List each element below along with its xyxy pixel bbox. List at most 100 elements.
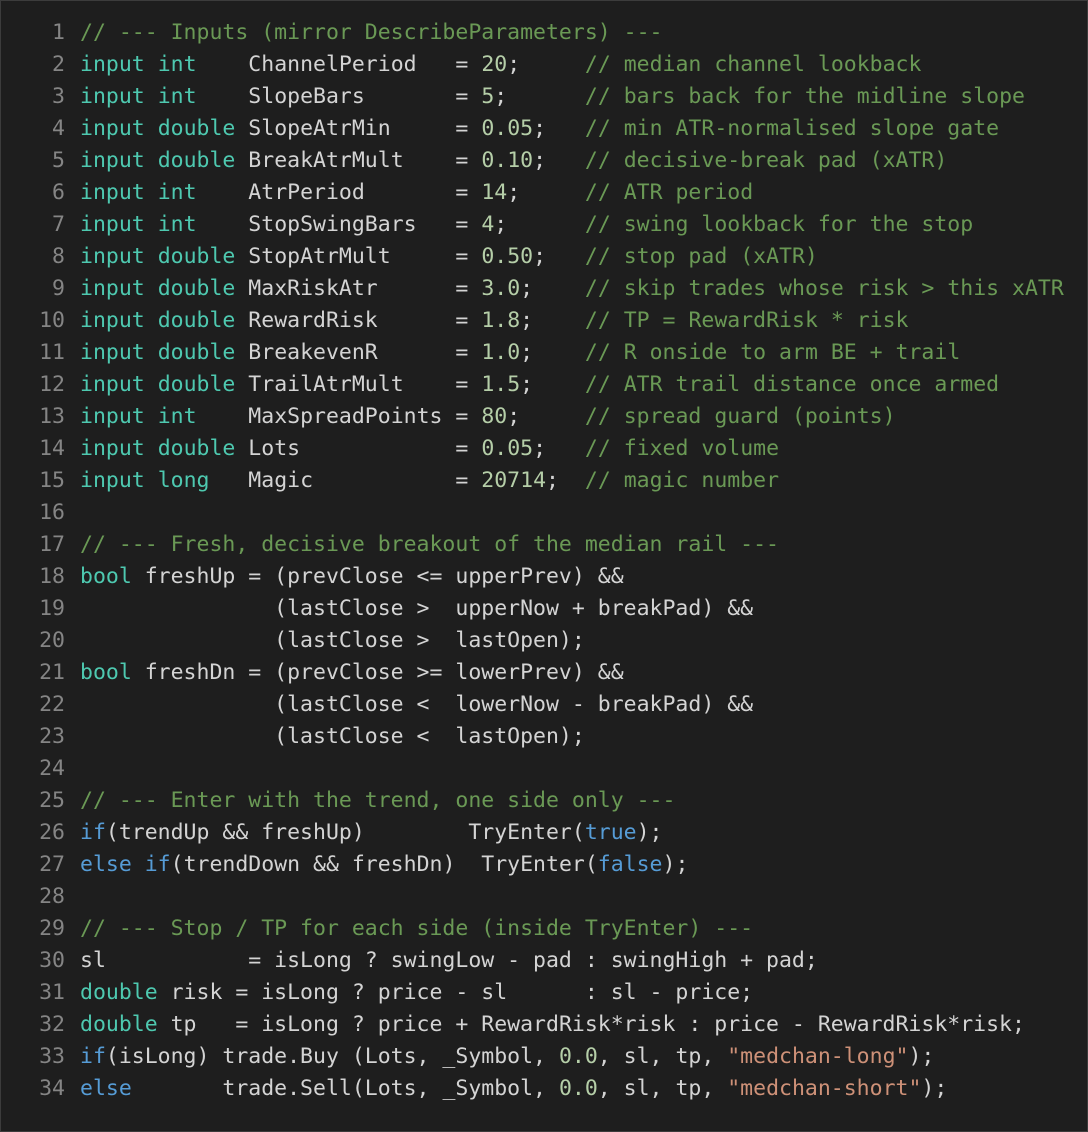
code-line[interactable]: 18 bool freshUp = (prevClose <= upperPrev… [1, 561, 1064, 593]
line-number: 14 [39, 436, 65, 461]
code-token: 14 [481, 180, 508, 205]
code-line[interactable]: 27 else if(trendDown && freshDn) TryEnter… [1, 849, 1064, 881]
code-token: input [80, 180, 145, 205]
line-content: input double BreakAtrMult = 0.10; // dec… [65, 145, 947, 177]
line-number: 23 [39, 724, 65, 749]
code-line[interactable]: 29 // --- Stop / TP for each side (inside… [1, 913, 1064, 945]
code-token: (lastClose > upperNow + breakPad) && [80, 596, 754, 621]
code-line[interactable]: 11 input double BreakevenR = 1.0; // R on… [1, 337, 1064, 369]
line-content [65, 497, 80, 529]
code-token: 0.0 [558, 1076, 598, 1101]
code-line[interactable]: 34 else trade.Sell(Lots, _Symbol, 0.0, sl… [1, 1073, 1064, 1105]
code-token: input [80, 276, 145, 301]
line-content: input int MaxSpreadPoints = 80; // sprea… [65, 401, 896, 433]
code-line[interactable]: 3 input int SlopeBars = 5; // bars back f… [1, 81, 1064, 113]
line-number: 6 [52, 180, 65, 205]
code-token: // decisive-break pad (xATR) [584, 148, 948, 173]
code-token: // swing lookback for the stop [584, 212, 974, 237]
code-token: double [80, 980, 158, 1005]
line-content: // --- Stop / TP for each side (inside T… [65, 913, 753, 945]
code-token: // ATR period [584, 180, 754, 205]
line-content: bool freshDn = (prevClose >= lowerPrev) … [65, 657, 624, 689]
code-token: // skip trades whose risk > this xATR [584, 276, 1064, 301]
code-token: 5 [481, 84, 495, 109]
line-content: input double StopAtrMult = 0.50; // stop… [65, 241, 818, 273]
code-token: int [157, 212, 197, 237]
code-line[interactable]: 9 input double MaxRiskAtr = 3.0; // skip … [1, 273, 1064, 305]
code-token: input [80, 436, 145, 461]
code-token: else [80, 852, 132, 877]
code-token: , sl, tp, [597, 1076, 728, 1101]
code-token: double [157, 436, 236, 461]
line-content: if(trendUp && freshUp) TryEnter(true); [65, 817, 663, 849]
code-token: input [80, 244, 145, 269]
line-number: 33 [39, 1044, 65, 1069]
code-line[interactable]: 10 input double RewardRisk = 1.8; // TP =… [1, 305, 1064, 337]
line-content: (lastClose < lastOpen); [65, 721, 585, 753]
code-line[interactable]: 2 input int ChannelPeriod = 20; // median… [1, 49, 1064, 81]
code-line[interactable]: 17 // --- Fresh, decisive breakout of the… [1, 529, 1064, 561]
code-area[interactable]: 1 // --- Inputs (mirror DescribeParameter… [1, 17, 1064, 1105]
code-token: input [80, 212, 145, 237]
code-token: // --- Enter with the trend, one side on… [80, 788, 676, 813]
code-token: TrailAtrMult = [235, 372, 482, 397]
code-line[interactable]: 4 input double SlopeAtrMin = 0.05; // min… [1, 113, 1064, 145]
line-number: 9 [52, 276, 65, 301]
code-line[interactable]: 8 input double StopAtrMult = 0.50; // sto… [1, 241, 1064, 273]
code-line[interactable]: 16 [1, 497, 1064, 529]
code-token: (trendDown && freshDn) TryEnter( [170, 852, 598, 877]
code-token: ; [507, 404, 585, 429]
code-line[interactable]: 25 // --- Enter with the trend, one side … [1, 785, 1064, 817]
code-line[interactable]: 19 (lastClose > upperNow + breakPad) && [1, 593, 1064, 625]
code-line[interactable]: 13 input int MaxSpreadPoints = 80; // spr… [1, 401, 1064, 433]
code-line[interactable]: 14 input double Lots = 0.05; // fixed vol… [1, 433, 1064, 465]
code-token: input [80, 148, 145, 173]
code-token: ; [507, 180, 585, 205]
code-token: // fixed volume [584, 436, 780, 461]
code-line[interactable]: 15 input long Magic = 20714; // magic num… [1, 465, 1064, 497]
code-line[interactable]: 28 [1, 881, 1064, 913]
code-token: if [80, 820, 106, 845]
code-line[interactable]: 12 input double TrailAtrMult = 1.5; // AT… [1, 369, 1064, 401]
code-token: double [157, 148, 236, 173]
line-content: input int AtrPeriod = 14; // ATR period [65, 177, 753, 209]
code-line[interactable]: 24 [1, 753, 1064, 785]
code-line[interactable]: 21 bool freshDn = (prevClose >= lowerPrev… [1, 657, 1064, 689]
code-line[interactable]: 1 // --- Inputs (mirror DescribeParameter… [1, 17, 1064, 49]
line-content: input double RewardRisk = 1.8; // TP = R… [65, 305, 909, 337]
code-token: ; [520, 372, 585, 397]
code-line[interactable]: 5 input double BreakAtrMult = 0.10; // de… [1, 145, 1064, 177]
code-line[interactable]: 7 input int StopSwingBars = 4; // swing l… [1, 209, 1064, 241]
code-token: 0.05 [481, 116, 534, 141]
code-token: 0.50 [481, 244, 534, 269]
code-token: 4 [481, 212, 495, 237]
code-token: double [157, 276, 236, 301]
code-line[interactable]: 22 (lastClose < lowerNow - breakPad) && [1, 689, 1064, 721]
code-editor[interactable]: 1 // --- Inputs (mirror DescribeParameter… [0, 0, 1088, 1132]
line-number: 5 [52, 148, 65, 173]
code-token: ); [636, 820, 663, 845]
code-token: risk = isLong ? price - sl : sl - price; [157, 980, 754, 1005]
code-token: // --- Fresh, decisive breakout of the m… [80, 532, 779, 557]
code-token: 3.0 [481, 276, 521, 301]
code-token: MaxSpreadPoints = [196, 404, 482, 429]
code-token: (trendUp && freshUp) TryEnter( [105, 820, 585, 845]
code-token: BreakAtrMult = [235, 148, 482, 173]
code-line[interactable]: 31 double risk = isLong ? price - sl : sl… [1, 977, 1064, 1009]
code-token: double [157, 244, 236, 269]
line-number: 16 [39, 500, 65, 525]
code-line[interactable]: 33 if(isLong) trade.Buy (Lots, _Symbol, 0… [1, 1041, 1064, 1073]
code-token: (lastClose < lowerNow - breakPad) && [80, 692, 754, 717]
code-line[interactable]: 20 (lastClose > lastOpen); [1, 625, 1064, 657]
line-content: (lastClose > upperNow + breakPad) && [65, 593, 753, 625]
code-line[interactable]: 32 double tp = isLong ? price + RewardRis… [1, 1009, 1064, 1041]
code-token: 20714 [481, 468, 547, 493]
code-line[interactable]: 30 sl = isLong ? swingLow - pad : swingHi… [1, 945, 1064, 977]
code-line[interactable]: 26 if(trendUp && freshUp) TryEnter(true); [1, 817, 1064, 849]
code-line[interactable]: 23 (lastClose < lastOpen); [1, 721, 1064, 753]
code-line[interactable]: 6 input int AtrPeriod = 14; // ATR period [1, 177, 1064, 209]
